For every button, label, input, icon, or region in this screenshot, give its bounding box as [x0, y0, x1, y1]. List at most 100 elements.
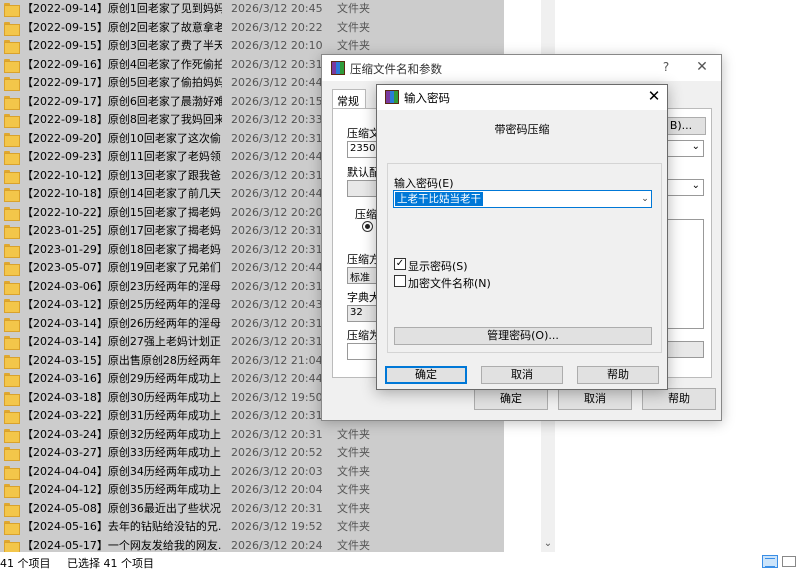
file-name: 【2024-03-15】原出售原创28历经两年...	[22, 353, 222, 367]
folder-icon	[4, 132, 20, 147]
file-row[interactable]: 【2024-05-16】去年的钻贴给没钻的兄... 2026/3/12 19:52…	[0, 518, 504, 537]
file-name: 【2024-03-18】原创30历经两年成功上...	[22, 390, 222, 404]
file-date: 2026/3/12 20:52	[231, 446, 323, 459]
file-date: 2026/3/12 20:31	[231, 57, 323, 71]
folder-icon	[4, 465, 20, 480]
file-name: 【2024-03-12】原创25历经两年的淫母...	[22, 298, 222, 311]
password-heading: 带密码压缩	[494, 123, 550, 136]
file-name: 【2024-03-14】原创27强上老妈计划正...	[22, 335, 222, 348]
radio-selected[interactable]	[362, 221, 373, 232]
file-date: 2026/3/12 20:31	[231, 131, 323, 145]
folder-icon	[4, 447, 20, 461]
password-input[interactable]: 上老干比姑当老干 ⌄	[393, 190, 652, 208]
folder-icon	[4, 373, 20, 387]
file-type: 文件夹	[337, 39, 370, 52]
file-row[interactable]: 【2024-05-08】原创36最近出了些状况... 2026/3/12 20:3…	[0, 500, 504, 519]
file-row[interactable]: 【2022-09-14】原创1回老家了见到妈妈... 2026/3/12 20:4…	[0, 0, 504, 19]
file-name: 【2022-09-15】原创2回老家了故意拿老...	[22, 20, 222, 34]
file-name: 【2024-03-14】原创26历经两年的淫母...	[22, 316, 222, 330]
file-date: 2026/3/12 20:15	[231, 94, 323, 108]
file-name: 【2024-03-27】原创33历经两年成功上...	[22, 446, 222, 459]
folder-icon	[4, 521, 20, 535]
archive-help-button[interactable]: 帮助	[642, 388, 716, 410]
scroll-down-arrow-icon[interactable]: ⌄	[541, 537, 555, 551]
file-date: 2026/3/12 20:03	[231, 464, 323, 478]
file-type: 文件夹	[337, 464, 370, 478]
file-date: 2026/3/12 20:10	[231, 39, 323, 52]
status-bar: 41 个项目 已选择 41 个项目	[0, 552, 800, 571]
file-date: 2026/3/12 20:22	[231, 20, 323, 34]
help-button[interactable]: 帮助	[577, 366, 659, 384]
folder-icon	[4, 484, 20, 498]
file-name: 【2024-03-24】原创32历经两年成功上...	[22, 427, 222, 441]
folder-icon	[4, 95, 20, 110]
folder-icon	[4, 169, 20, 184]
folder-icon	[4, 428, 20, 443]
file-name: 【2023-01-25】原创17回老家了揭老妈...	[22, 224, 222, 237]
file-row[interactable]: 【2024-03-24】原创32历经两年成功上... 2026/3/12 20:3…	[0, 426, 504, 445]
file-name: 【2022-10-18】原创14回老家了前几天...	[22, 187, 222, 200]
file-date: 2026/3/12 21:04	[231, 353, 323, 367]
password-dialog: 输入密码 ✕ 带密码压缩 输入密码(E) 上老干比姑当老干 ⌄ ✓ 显示密码(S…	[376, 84, 668, 390]
file-date: 2026/3/12 20:44	[231, 150, 323, 163]
file-date: 2026/3/12 20:45	[231, 2, 323, 15]
show-password-checkbox[interactable]: ✓	[394, 258, 406, 270]
file-date: 2026/3/12 20:31	[231, 335, 323, 348]
archive-cancel-button[interactable]: 取消	[558, 388, 632, 410]
file-name: 【2022-10-22】原创15回老家了揭老妈...	[22, 205, 222, 219]
password-dialog-title: 输入密码	[404, 91, 450, 105]
details-view-icon[interactable]	[762, 555, 778, 568]
password-titlebar: 输入密码 ✕	[377, 85, 667, 110]
password-value: 上老干比姑当老干	[395, 192, 483, 206]
help-icon[interactable]: ?	[658, 60, 674, 76]
folder-icon	[4, 410, 20, 424]
file-row[interactable]: 【2024-04-04】原创34历经两年成功上... 2026/3/12 20:0…	[0, 463, 504, 482]
archive-titlebar: 压缩文件名和参数 ? ✕	[322, 55, 721, 81]
file-date: 2026/3/12 20:31	[231, 316, 323, 330]
file-name: 【2024-05-16】去年的钻贴给没钻的兄...	[22, 520, 222, 533]
tab-general[interactable]: 常规	[332, 89, 366, 109]
manage-passwords-button[interactable]: 管理密码(O)...	[394, 327, 652, 345]
winrar-icon	[385, 90, 399, 104]
folder-icon	[4, 299, 20, 313]
file-type: 文件夹	[337, 538, 370, 552]
file-row[interactable]: 【2022-09-15】原创2回老家了故意拿老... 2026/3/12 20:2…	[0, 19, 504, 38]
file-name: 【2024-03-22】原创31历经两年成功上...	[22, 409, 222, 422]
close-icon[interactable]: ✕	[645, 87, 663, 105]
file-name: 【2022-09-23】原创11回老家了老妈领...	[22, 150, 222, 163]
file-name: 【2022-09-17】原创6回老家了晨渤好难...	[22, 94, 222, 108]
file-date: 2026/3/12 20:20	[231, 205, 323, 219]
file-name: 【2022-10-12】原创13回老家了跟我爸...	[22, 168, 222, 182]
file-date: 2026/3/12 20:31	[231, 501, 323, 515]
file-name: 【2024-03-16】原创29历经两年成功上...	[22, 372, 222, 385]
file-date: 2026/3/12 20:24	[231, 538, 323, 552]
chevron-down-icon: ⌄	[691, 180, 700, 191]
file-type: 文件夹	[337, 20, 370, 34]
file-row[interactable]: 【2022-09-15】原创3回老家了费了半天... 2026/3/12 20:1…	[0, 37, 504, 56]
file-name: 【2023-01-29】原创18回老家了揭老妈...	[22, 242, 222, 256]
encrypt-names-checkbox[interactable]	[394, 275, 406, 287]
folder-icon	[4, 58, 20, 73]
ok-button[interactable]: 确定	[385, 366, 467, 384]
large-icons-view-icon[interactable]	[782, 556, 796, 567]
file-date: 2026/3/12 20:43	[231, 298, 323, 311]
folder-icon	[4, 317, 20, 332]
chevron-down-icon[interactable]: ⌄	[638, 192, 652, 206]
winrar-icon	[331, 61, 345, 75]
file-date: 2026/3/12 20:31	[231, 409, 323, 422]
file-row[interactable]: 【2024-04-12】原创35历经两年成功上... 2026/3/12 20:0…	[0, 481, 504, 500]
archive-ok-button[interactable]: 确定	[474, 388, 548, 410]
folder-icon	[4, 354, 20, 369]
file-type: 文件夹	[337, 446, 370, 459]
file-type: 文件夹	[337, 2, 370, 15]
item-count: 41 个项目	[0, 557, 51, 570]
folder-icon	[4, 21, 20, 36]
file-name: 【2023-05-07】原创19回老家了兄弟们...	[22, 261, 222, 274]
file-name: 【2022-09-15】原创3回老家了费了半天...	[22, 39, 222, 52]
file-row[interactable]: 【2024-03-27】原创33历经两年成功上... 2026/3/12 20:5…	[0, 444, 504, 463]
encrypt-names-label: 加密文件名称(N)	[408, 277, 491, 290]
cancel-button[interactable]: 取消	[481, 366, 563, 384]
folder-icon	[4, 539, 20, 552]
close-icon[interactable]: ✕	[694, 59, 710, 75]
file-row[interactable]: 【2024-05-17】一个网友发给我的网友... 2026/3/12 20:24…	[0, 537, 504, 552]
